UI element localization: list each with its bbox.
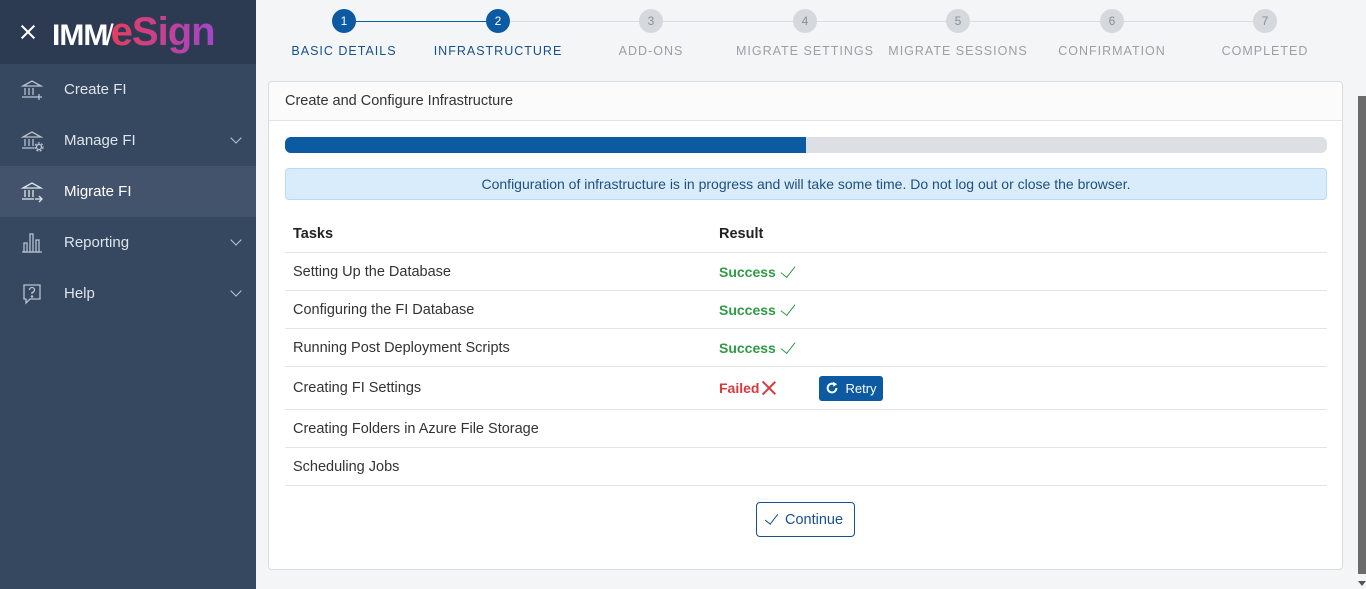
step-completed[interactable]: 7 COMPLETED: [1185, 9, 1345, 58]
result-failed: Failed: [719, 380, 819, 396]
x-icon: [761, 380, 777, 396]
table-header-row: Tasks Result: [285, 215, 1327, 253]
wizard-stepper: 1 BASIC DETAILS 2 INFRASTRUCTURE 3 ADD-O…: [268, 0, 1342, 70]
sidebar-item-label: Help: [64, 285, 95, 302]
tasks-table: Tasks Result Setting Up the Database Suc…: [285, 215, 1327, 486]
step-label: MIGRATE SETTINGS: [736, 44, 874, 58]
table-row: Configuring the FI Database Success: [285, 291, 1327, 329]
chevron-down-icon[interactable]: [230, 234, 242, 246]
chevron-down-icon[interactable]: [230, 132, 242, 144]
step-number: 6: [1100, 9, 1124, 33]
task-name: Running Post Deployment Scripts: [293, 339, 510, 356]
result-cell: Success: [719, 299, 1327, 318]
sidebar-item-create-fi[interactable]: Create FI: [0, 64, 256, 115]
table-row: Creating Folders in Azure File Storage: [285, 410, 1327, 448]
result-success: Success: [719, 299, 796, 318]
step-label: ADD-ONS: [618, 44, 684, 58]
step-infrastructure[interactable]: 2 INFRASTRUCTURE: [418, 9, 578, 58]
sidebar: IMM / eSign Create FI Manage FI Migrate FI…: [0, 0, 256, 589]
task-name: Setting Up the Database: [293, 263, 451, 280]
result-text: Failed: [719, 380, 760, 396]
bank-arrow-icon: [20, 180, 44, 204]
sidebar-header: IMM / eSign: [0, 0, 256, 64]
sidebar-item-label: Create FI: [64, 81, 127, 98]
progress-bar-fill: [285, 137, 806, 153]
sidebar-item-reporting[interactable]: Reporting: [0, 217, 256, 268]
task-name: Scheduling Jobs: [293, 458, 400, 475]
result-text: Success: [719, 339, 776, 356]
result-success: Success: [719, 337, 796, 356]
brand-logo-imm: IMM: [52, 18, 108, 52]
step-migrate-sessions[interactable]: 5 MIGRATE SESSIONS: [878, 9, 1038, 58]
check-icon: [780, 299, 796, 316]
refresh-icon: [827, 381, 838, 394]
step-label: BASIC DETAILS: [291, 44, 397, 58]
step-number: 3: [639, 9, 663, 33]
sidebar-item-help[interactable]: Help: [0, 268, 256, 319]
result-text: Success: [719, 263, 776, 280]
step-label: MIGRATE SESSIONS: [888, 44, 1028, 58]
sidebar-item-label: Manage FI: [64, 132, 136, 149]
page-scrollbar[interactable]: [1356, 0, 1366, 589]
table-row: Setting Up the Database Success: [285, 253, 1327, 291]
info-alert: Configuration of infrastructure is in pr…: [285, 168, 1327, 200]
step-number: 1: [332, 9, 356, 33]
table-row: Scheduling Jobs: [285, 448, 1327, 486]
step-number: 4: [793, 9, 817, 33]
check-icon: [780, 337, 796, 354]
help-bubble-icon: [20, 282, 44, 306]
retry-button[interactable]: Retry: [819, 375, 883, 401]
close-icon[interactable]: [18, 22, 38, 42]
column-header-tasks: Tasks: [293, 225, 334, 242]
card-title: Create and Configure Infrastructure: [269, 82, 1342, 121]
result-cell: Success: [719, 337, 1327, 356]
bar-chart-icon: [20, 231, 44, 255]
check-icon: [764, 510, 779, 525]
result-cell: Success: [719, 261, 1327, 280]
result-success: Success: [719, 261, 796, 280]
step-add-ons[interactable]: 3 ADD-ONS: [571, 9, 731, 58]
check-icon: [780, 261, 796, 278]
continue-label: Continue: [784, 511, 844, 528]
table-row: Running Post Deployment Scripts Success: [285, 329, 1327, 367]
task-name: Creating Folders in Azure File Storage: [293, 420, 539, 437]
step-label: CONFIRMATION: [1058, 44, 1166, 58]
sidebar-item-manage-fi[interactable]: Manage FI: [0, 115, 256, 166]
sidebar-item-label: Reporting: [64, 234, 130, 251]
step-confirmation[interactable]: 6 CONFIRMATION: [1032, 9, 1192, 58]
scroll-down-arrow-icon[interactable]: [1358, 581, 1366, 586]
result-cell: Failed Retry: [719, 375, 1327, 401]
brand-logo-esign: eSign: [110, 9, 216, 54]
brand-logo: IMM / eSign: [52, 9, 216, 55]
bank-plus-icon: [20, 78, 44, 102]
sidebar-item-migrate-fi[interactable]: Migrate FI: [0, 166, 256, 217]
step-number: 2: [486, 9, 510, 33]
step-label: COMPLETED: [1221, 44, 1309, 58]
task-name: Creating FI Settings: [293, 380, 422, 396]
task-name: Configuring the FI Database: [293, 301, 475, 318]
step-number: 5: [946, 9, 970, 33]
scrollbar-thumb[interactable]: [1358, 96, 1366, 574]
bank-gear-icon: [20, 129, 44, 153]
infrastructure-card: Create and Configure Infrastructure Conf…: [268, 81, 1343, 570]
step-migrate-settings[interactable]: 4 MIGRATE SETTINGS: [725, 9, 885, 58]
progress-bar: [285, 137, 1327, 153]
result-text: Success: [719, 301, 776, 318]
sidebar-item-label: Migrate FI: [64, 183, 132, 200]
table-row: Creating FI Settings Failed Retry: [285, 367, 1327, 410]
continue-button[interactable]: Continue: [756, 502, 855, 537]
step-label: INFRASTRUCTURE: [433, 44, 563, 58]
column-header-result: Result: [719, 225, 764, 242]
step-basic-details[interactable]: 1 BASIC DETAILS: [264, 9, 424, 58]
retry-label: Retry: [845, 380, 877, 396]
chevron-down-icon[interactable]: [230, 285, 242, 297]
step-number: 7: [1253, 9, 1277, 33]
